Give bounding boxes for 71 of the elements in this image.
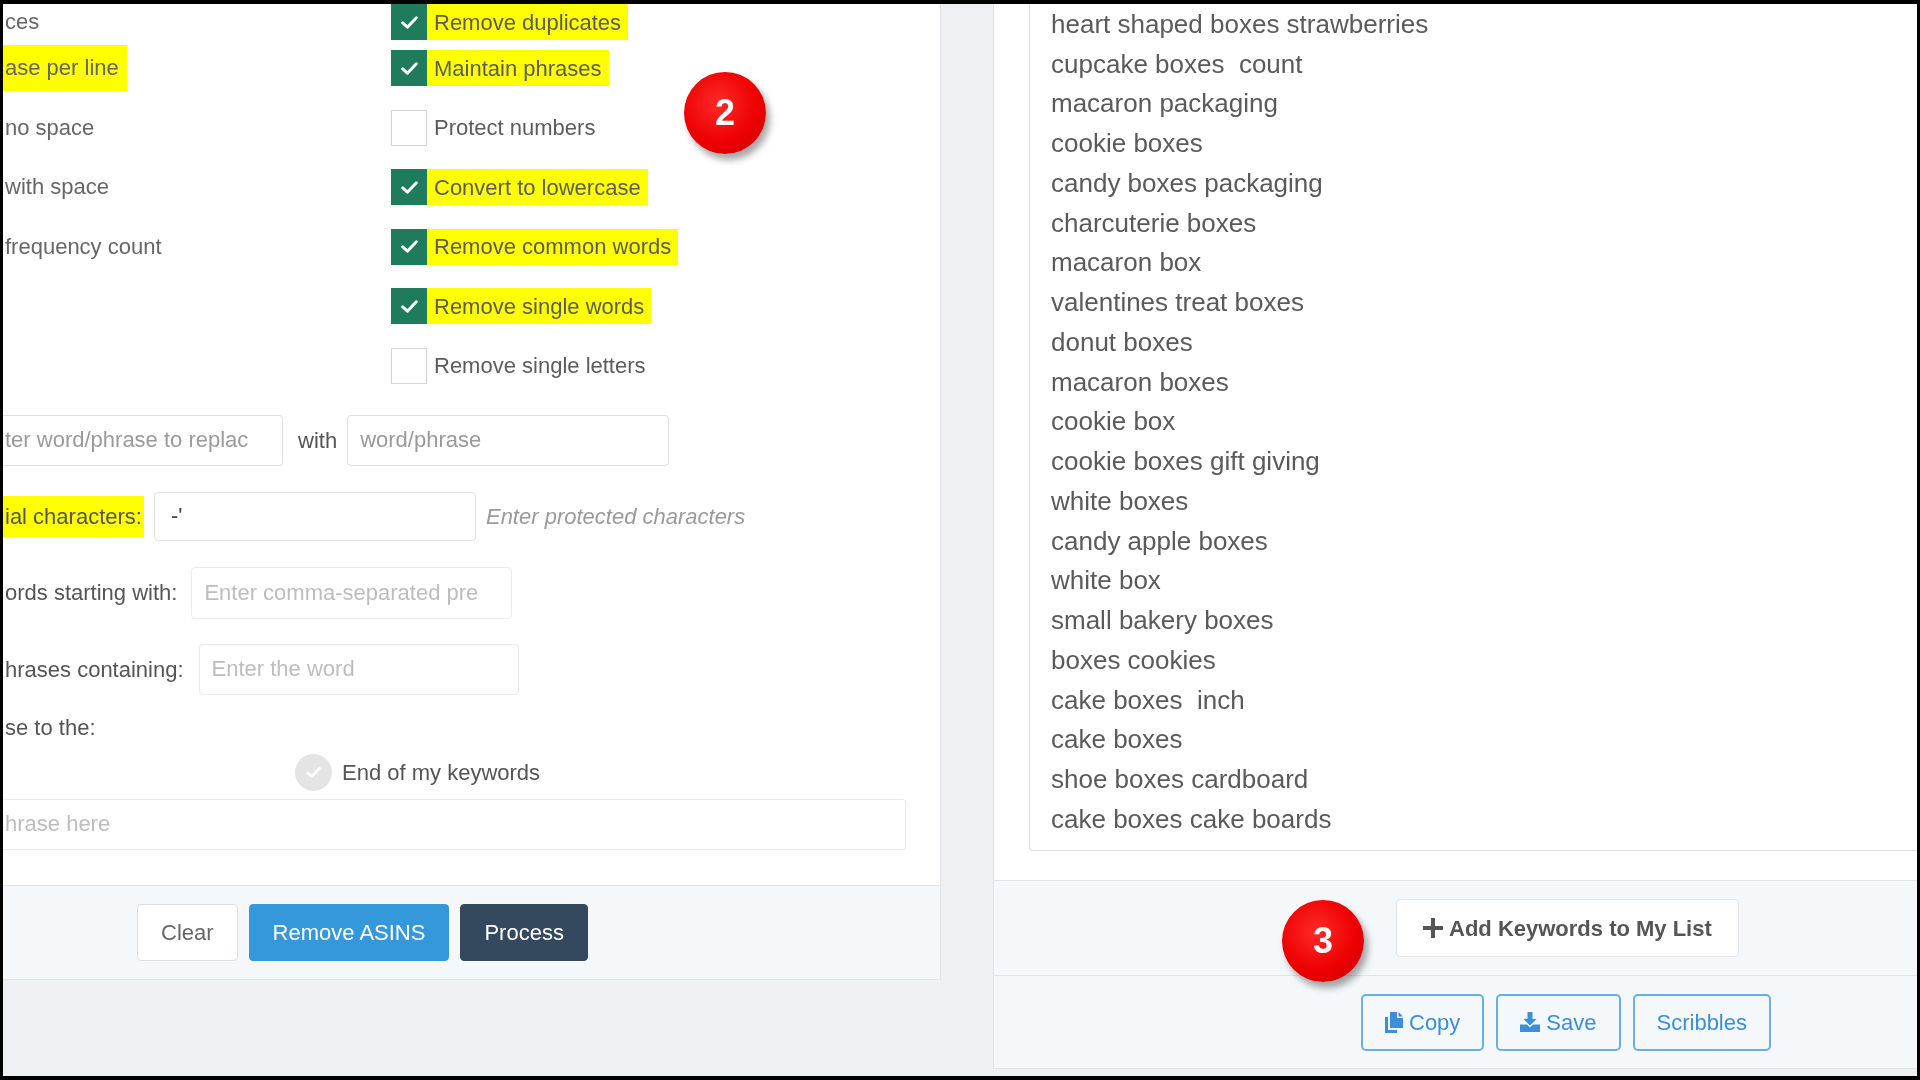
input-field[interactable]: ter word/phrase to replac [3,414,283,466]
keyword-item: white box [1051,565,1161,596]
copy-button[interactable]: Copy [1361,993,1485,1051]
keyword-item: macaron boxes [1051,366,1229,397]
keyword-item: cake boxes [1051,724,1183,755]
field-label: with [298,426,338,455]
action-button[interactable]: Clear [137,904,238,961]
radio-label[interactable]: End of my keywords [342,756,541,789]
check-icon [400,180,418,194]
keyword-item: cake boxes inch [1051,684,1245,715]
action-button[interactable]: Process [460,904,588,961]
checkbox[interactable] [391,288,427,324]
keyword-item: cookie box [1051,406,1176,437]
keyword-item: shoe boxes cardboard [1051,764,1309,795]
keyword-item: cookie boxes gift giving [1051,446,1320,477]
keyword-item: candy apple boxes [1051,525,1268,556]
field-label: ial characters: [3,495,144,537]
checkbox-label[interactable]: Convert to lowercase [427,169,648,205]
keyword-item: macaron box [1051,247,1202,278]
action-button[interactable]: Remove ASINS [248,904,450,961]
checkbox-label[interactable]: Remove single words [427,288,652,324]
checkbox[interactable] [391,347,427,384]
keyword-item: charcuterie boxes [1051,207,1257,238]
copy-icon [1385,1011,1403,1033]
hint-text: Enter protected characters [485,502,746,531]
check-icon [306,767,321,778]
action-button[interactable]: Scribbles [1632,993,1771,1051]
checkbox-label[interactable]: Remove common words [427,228,679,265]
step-badge: 2 [684,72,766,154]
radio-button[interactable] [295,754,332,791]
checkbox[interactable] [391,109,427,146]
keyword-item: white boxes [1051,485,1189,516]
checkbox-label[interactable]: Maintain phrases [427,50,609,86]
keyword-item: small bakery boxes [1051,605,1274,636]
option-label: ase per line [3,45,127,91]
keyword-item: valentines treat boxes [1051,287,1304,318]
add-keywords-button[interactable]: Add Keywords to My List [1396,899,1739,957]
checkbox[interactable] [391,4,427,40]
input-field[interactable]: -' [153,491,476,541]
input-field[interactable]: Enter the word [198,643,519,695]
keyword-item: heart shaped boxes strawberries [1051,8,1429,39]
download-icon [1520,1012,1541,1032]
checkbox[interactable] [391,228,427,265]
save-button[interactable]: Save [1496,993,1621,1051]
keyword-item: boxes cookies [1051,644,1216,675]
check-icon [400,240,418,253]
checkbox-label[interactable]: Remove duplicates [427,4,629,40]
option-label: no space [4,113,96,142]
keyword-item: cupcake boxes count [1051,48,1303,79]
checkbox-label[interactable]: Protect numbers [427,109,603,146]
check-icon [400,61,418,75]
input-field[interactable]: word/phrase [347,414,670,466]
check-icon [400,299,418,313]
input-field[interactable]: Enter comma-separated pre [191,566,513,619]
checkbox[interactable] [391,169,427,205]
field-label: se to the: [4,714,96,742]
keyword-item: candy boxes packaging [1051,167,1323,198]
keyword-item: donut boxes [1051,326,1193,357]
option-label: with space [4,173,110,201]
check-icon [400,15,418,29]
plus-icon [1423,918,1443,938]
keyword-item: cake boxes cake boards [1051,803,1332,834]
checkbox[interactable] [391,50,427,86]
field-label: hrases containing: [4,655,184,684]
keyword-item: macaron packaging [1051,88,1278,119]
field-label: ords starting with: [4,579,178,607]
checkbox-label[interactable]: Remove single letters [427,347,653,384]
keyword-item: cookie boxes [1051,128,1203,159]
option-label: frequency count [4,232,163,261]
input-field[interactable]: hrase here [3,798,906,850]
option-label: ces [4,8,41,36]
